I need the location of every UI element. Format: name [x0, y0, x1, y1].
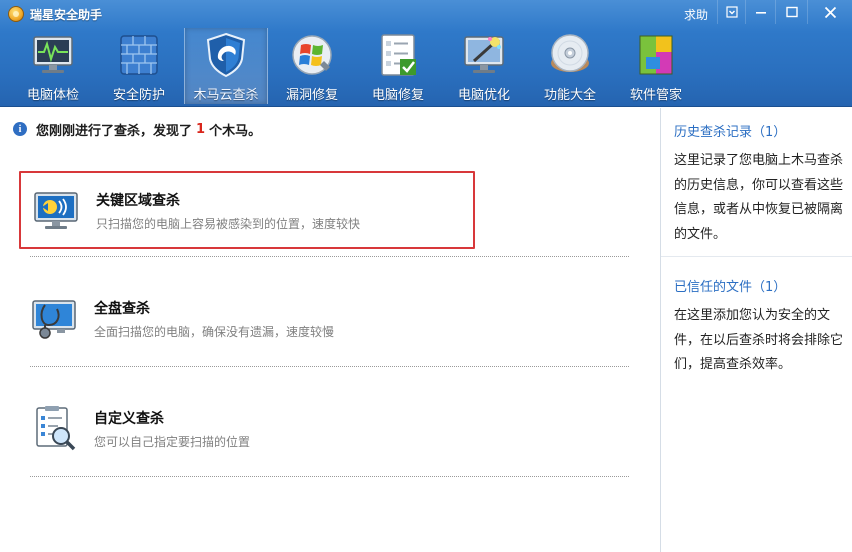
toolbar-label: 电脑体检 [26, 88, 79, 103]
app-logo-icon [8, 6, 24, 22]
checklist-icon [381, 34, 416, 76]
software-blocks-icon [639, 35, 673, 75]
toolbar-item-security[interactable]: 安全防护 [97, 28, 181, 104]
menu-icon [725, 6, 738, 18]
trusted-files-link[interactable]: 已信任的文件（1） [674, 276, 786, 295]
toolbar-label: 功能大全 [543, 88, 596, 103]
close-icon [824, 6, 836, 18]
scan-option-desc: 您可以自己指定要扫描的位置 [94, 435, 251, 449]
toolbar-label: 木马云查杀 [193, 88, 259, 103]
info-sidebar: 历史查杀记录（1） 这里记录了您电脑上木马查杀的历史信息，你可以查看这些信息，或… [660, 108, 852, 552]
monitor-stethoscope-icon [32, 300, 76, 339]
scan-option-custom[interactable]: 自定义查杀 您可以自己指定要扫描的位置 [19, 391, 475, 469]
app-title: 瑞星安全助手 [30, 8, 103, 22]
help-link[interactable]: 求助 [684, 6, 708, 23]
divider [30, 366, 629, 367]
toolbar-label: 电脑修复 [371, 88, 424, 103]
divider [30, 256, 629, 257]
scan-option-title: 全盘查杀 [94, 301, 150, 317]
close-button[interactable] [807, 0, 852, 24]
disc-icon [551, 34, 589, 72]
scan-option-key-areas[interactable]: 关键区域查杀 只扫描您的电脑上容易被感染到的位置，速度较快 [19, 171, 475, 249]
menu-button[interactable] [717, 0, 745, 24]
maximize-button[interactable] [775, 0, 807, 24]
toolbar-item-vuln-fix[interactable]: 漏洞修复 [270, 28, 354, 104]
title-bar: 瑞星安全助手 求助 [0, 0, 852, 26]
clipboard-magnifier-icon [36, 406, 76, 451]
toolbar-item-pc-repair[interactable]: 电脑修复 [356, 28, 440, 104]
toolbar-item-pc-checkup[interactable]: 电脑体检 [11, 28, 95, 104]
top-bar: 瑞星安全助手 求助 电脑体检 安全防护 木马云查杀 漏洞修复 电脑修复 电脑优化… [0, 0, 852, 107]
magic-wand-icon [464, 36, 504, 73]
scan-option-full-disk[interactable]: 全盘查杀 全面扫描您的电脑，确保没有遗漏，速度较慢 [19, 281, 475, 359]
toolbar-item-features[interactable]: 功能大全 [528, 28, 612, 104]
toolbar-item-software-manager[interactable]: 软件管家 [614, 28, 698, 104]
toolbar-label: 软件管家 [629, 88, 682, 103]
scan-option-title: 自定义查杀 [94, 411, 164, 427]
history-records-link[interactable]: 历史查杀记录（1） [674, 121, 786, 140]
info-icon: i [13, 122, 27, 136]
minimize-icon [755, 12, 766, 14]
toolbar-label: 漏洞修复 [285, 88, 338, 103]
divider [30, 476, 629, 477]
history-description: 这里记录了您电脑上木马查杀的历史信息，你可以查看这些信息，或者从中恢复已被隔离的… [674, 153, 844, 242]
shield-cloud-icon [206, 32, 246, 78]
toolbar-label: 安全防护 [112, 88, 165, 103]
toolbar-item-pc-optimize[interactable]: 电脑优化 [442, 28, 526, 104]
maximize-icon [785, 6, 798, 18]
windows-patch-icon [292, 35, 332, 75]
sidebar-divider [661, 256, 852, 257]
scan-option-desc: 全面扫描您的电脑，确保没有遗漏，速度较慢 [94, 325, 335, 339]
notice-suffix: 个木马。 [209, 123, 262, 139]
firewall-icon [120, 35, 158, 75]
toolbar-label: 电脑优化 [457, 88, 510, 103]
scan-option-title: 关键区域查杀 [96, 193, 180, 209]
pc-checkup-icon [33, 36, 73, 73]
trojan-count: 1 [196, 121, 206, 137]
notice-prefix: 您刚刚进行了查杀，发现了 [36, 123, 193, 139]
monitor-scan-icon [34, 192, 78, 229]
toolbar-item-trojan-scan[interactable]: 木马云查杀 [184, 28, 268, 104]
trusted-description: 在这里添加您认为安全的文件，在以后查杀时将会排除它们，提高查杀效率。 [674, 308, 844, 372]
main-toolbar: 电脑体检 安全防护 木马云查杀 漏洞修复 电脑修复 电脑优化 功能大全 软件管家 [0, 28, 852, 104]
scan-main-panel: i 您刚刚进行了查杀，发现了 1 个木马。 关键区域查杀 只扫描您的电脑上容易被… [0, 108, 660, 552]
minimize-button[interactable] [745, 0, 775, 24]
scan-option-desc: 只扫描您的电脑上容易被感染到的位置，速度较快 [96, 217, 361, 231]
scan-result-notice: i 您刚刚进行了查杀，发现了 1 个木马。 [13, 120, 262, 139]
